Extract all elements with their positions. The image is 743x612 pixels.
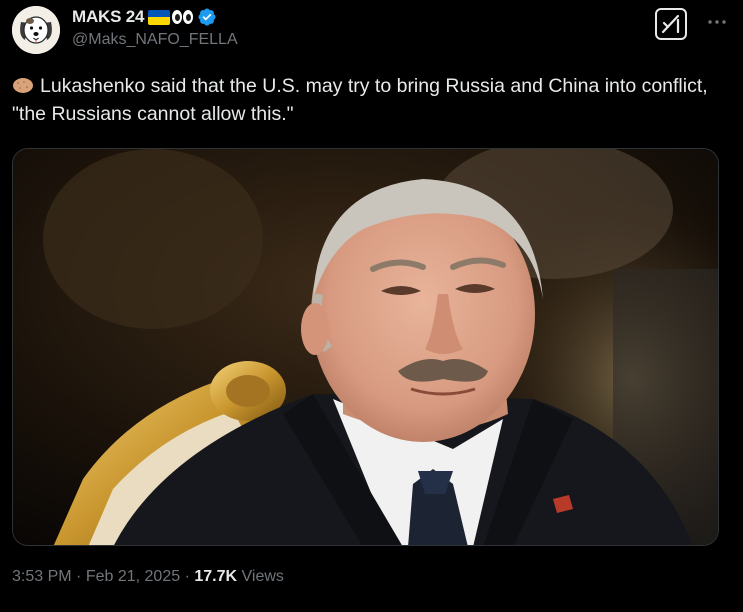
- author-info: MAKS 24 @Maks_NAFO_FELLA: [72, 6, 238, 49]
- views-label: Views: [241, 568, 284, 585]
- potato-emoji-icon: [12, 74, 34, 93]
- tweet-date[interactable]: Feb 21, 2025: [86, 568, 180, 585]
- ukraine-flag-icon: [148, 9, 171, 25]
- footer-separator: ·: [76, 568, 82, 585]
- avatar-dog-icon: [12, 6, 60, 54]
- tweet-photo[interactable]: [12, 148, 719, 546]
- tweet-text-block: Lukashenko said that the U.S. may try to…: [12, 72, 727, 128]
- views-count[interactable]: 17.7K: [194, 568, 237, 585]
- display-name[interactable]: MAKS 24: [72, 7, 144, 27]
- grok-icon[interactable]: [655, 8, 687, 40]
- tweet-header: MAKS 24 @Maks_NAFO_FELLA: [12, 4, 731, 60]
- photo-image: [13, 149, 718, 545]
- footer-separator: ·: [184, 568, 190, 585]
- display-name-row: MAKS 24: [72, 6, 238, 28]
- author-handle[interactable]: @Maks_NAFO_FELLA: [72, 31, 238, 49]
- tweet-footer: 3:53 PM · Feb 21, 2025 · 17.7K Views: [12, 568, 284, 586]
- tweet-text: Lukashenko said that the U.S. may try to…: [12, 75, 708, 125]
- avatar[interactable]: [12, 6, 60, 54]
- verified-badge-icon[interactable]: [197, 7, 217, 27]
- tweet-time[interactable]: 3:53 PM: [12, 568, 72, 585]
- more-options-icon[interactable]: [705, 14, 729, 30]
- eyes-emoji-icon: [172, 9, 194, 25]
